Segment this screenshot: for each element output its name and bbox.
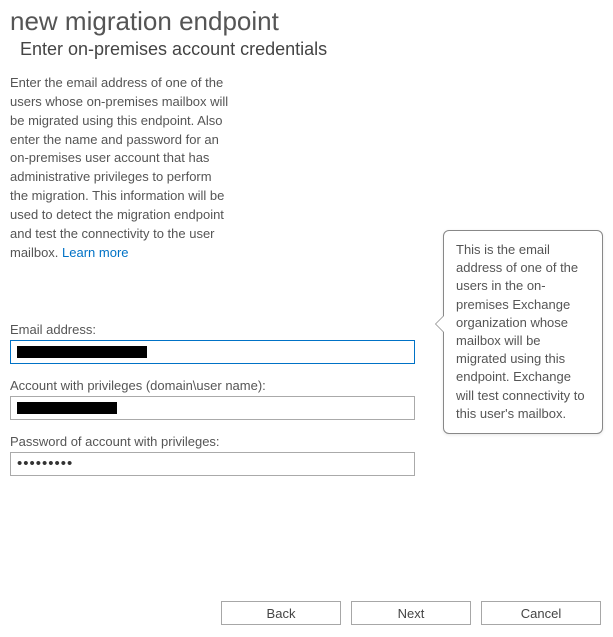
redacted-account-value bbox=[17, 402, 117, 414]
learn-more-link[interactable]: Learn more bbox=[62, 245, 128, 260]
credentials-form: Email address: Account with privileges (… bbox=[0, 262, 430, 476]
redacted-email-value bbox=[17, 346, 147, 358]
cancel-button[interactable]: Cancel bbox=[481, 601, 601, 625]
next-button[interactable]: Next bbox=[351, 601, 471, 625]
wizard-button-row: Back Next Cancel bbox=[221, 601, 601, 625]
page-subtitle: Enter on-premises account credentials bbox=[0, 39, 613, 74]
tooltip-arrow-icon bbox=[435, 315, 444, 333]
password-label: Password of account with privileges: bbox=[10, 434, 420, 449]
account-label: Account with privileges (domain\user nam… bbox=[10, 378, 420, 393]
tooltip-text: This is the email address of one of the … bbox=[456, 242, 585, 421]
account-input[interactable] bbox=[10, 396, 415, 420]
email-label: Email address: bbox=[10, 322, 420, 337]
password-value: ••••••••• bbox=[17, 455, 73, 472]
description-text: Enter the email address of one of the us… bbox=[0, 74, 430, 262]
description-body: Enter the email address of one of the us… bbox=[10, 75, 228, 260]
page-title: new migration endpoint bbox=[0, 0, 613, 39]
email-input[interactable] bbox=[10, 340, 415, 364]
back-button[interactable]: Back bbox=[221, 601, 341, 625]
password-input[interactable]: ••••••••• bbox=[10, 452, 415, 476]
email-tooltip: This is the email address of one of the … bbox=[443, 230, 603, 434]
